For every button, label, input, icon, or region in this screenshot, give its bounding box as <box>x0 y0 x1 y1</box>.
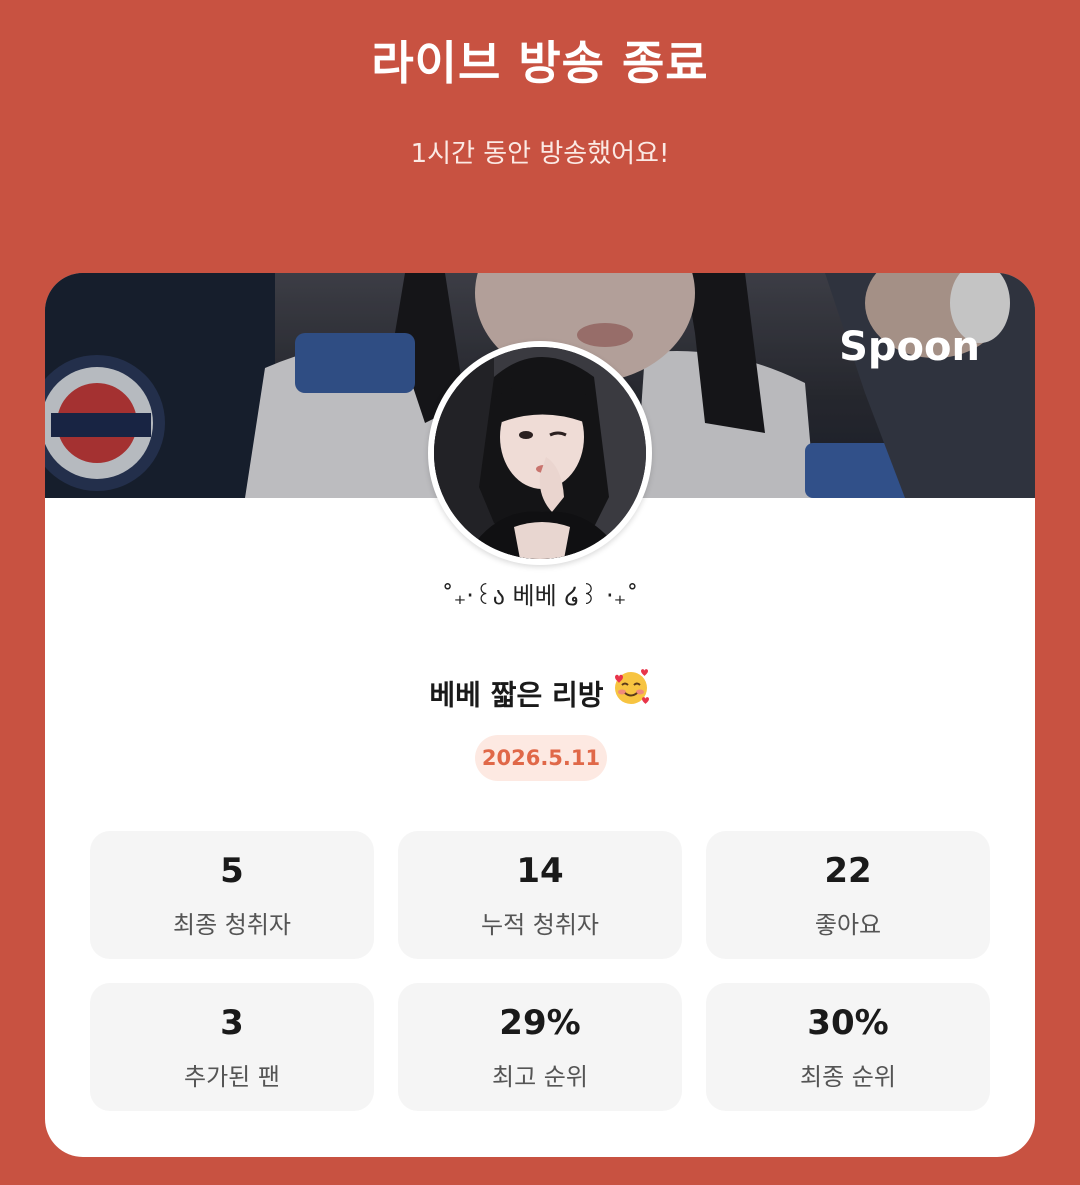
stat-value: 29% <box>499 1003 581 1043</box>
live-title-row: 베베 짧은 리방 <box>45 667 1035 724</box>
stat-label: 최종 순위 <box>800 1063 896 1091</box>
broadcast-date-badge: 2026.5.11 <box>475 735 607 781</box>
stat-value: 14 <box>516 851 564 891</box>
stat-value: 22 <box>824 851 872 891</box>
stat-best-rank: 29% 최고 순위 <box>398 983 682 1111</box>
stat-likes: 22 좋아요 <box>706 831 990 959</box>
avatar-photo-art <box>434 347 646 559</box>
streamer-nickname: ˚₊‧꒰ა 베베 ໒꒱ ‧₊˚ <box>441 582 639 610</box>
stat-value: 5 <box>220 851 244 891</box>
stat-final-listeners: 5 최종 청취자 <box>90 831 374 959</box>
avatar-photo <box>434 347 646 559</box>
stat-value: 3 <box>220 1003 244 1043</box>
avatar[interactable] <box>428 341 652 565</box>
stat-label: 좋아요 <box>814 911 882 939</box>
stat-value: 30% <box>807 1003 889 1043</box>
stat-label: 추가된 팬 <box>184 1063 280 1091</box>
broadcast-summary-card: Spoon ˚₊‧꒰ა 베베 ໒꒱ ‧₊˚ 베베 짧은 리방 2026.5.11… <box>45 273 1035 1157</box>
broadcast-duration-text: 1시간 동안 방송했어요! <box>410 139 670 169</box>
spoon-logo: Spoon <box>839 324 980 370</box>
stat-label: 최종 청취자 <box>172 911 292 939</box>
page-title: 라이브 방송 종료 <box>371 36 709 90</box>
stat-label: 최고 순위 <box>492 1063 588 1091</box>
stat-label: 누적 청취자 <box>480 911 600 939</box>
stat-new-fans: 3 추가된 팬 <box>90 983 374 1111</box>
stat-final-rank: 30% 최종 순위 <box>706 983 990 1111</box>
smiling-face-with-hearts-icon <box>611 667 651 724</box>
stat-total-listeners: 14 누적 청취자 <box>398 831 682 959</box>
live-title: 베베 짧은 리방 <box>429 678 604 712</box>
